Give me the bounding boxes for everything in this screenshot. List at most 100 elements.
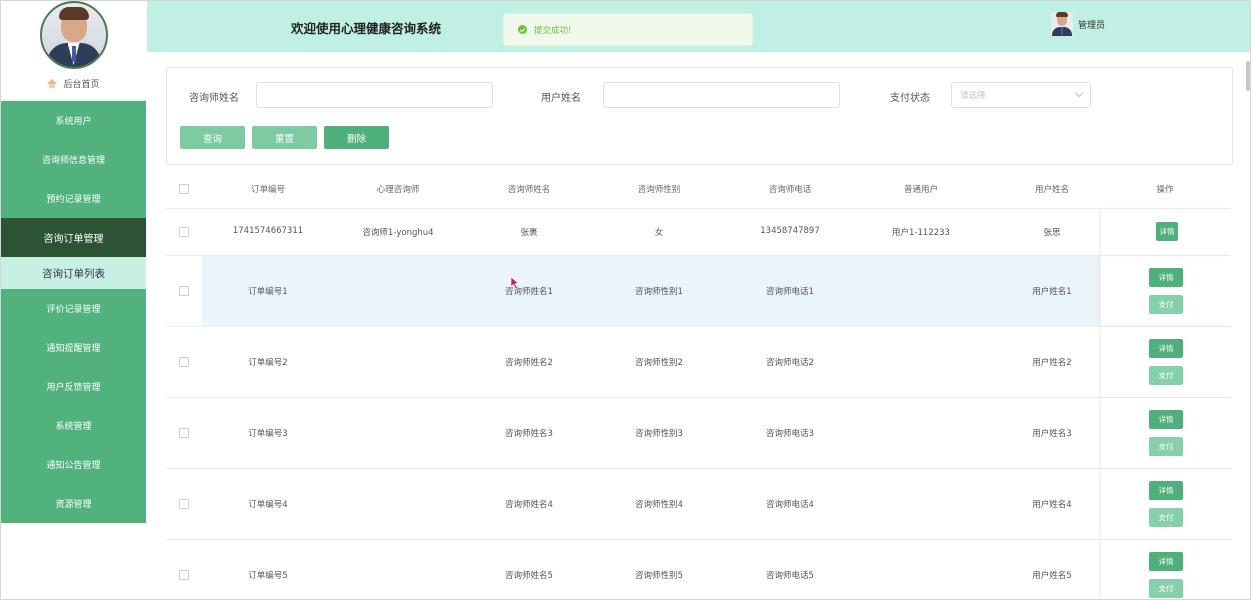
detail-button[interactable]: 详情 (1156, 222, 1178, 241)
sidebar-item-system-users[interactable]: 系统用户 (1, 101, 146, 140)
cell-counselor-name: 咨询师姓名2 (505, 358, 553, 368)
table-row: 订单编号4 咨询师姓名4 咨询师性别4 咨询师电话4 用户姓名4 详情 支付 (166, 469, 1231, 540)
detail-button[interactable]: 详情 (1149, 481, 1183, 500)
counselor-name-label: 咨询师姓名 (189, 93, 239, 104)
home-label: 后台首页 (63, 80, 100, 90)
cell-counselor-name: 咨询师姓名3 (505, 429, 553, 439)
cell-user-name: 用户姓名1 (1032, 287, 1072, 297)
sidebar-item-notifications[interactable]: 通知提醒管理 (1, 328, 146, 367)
success-toast: 提交成功! (503, 13, 753, 46)
table-row: 订单编号2 咨询师姓名2 咨询师性别2 咨询师电话2 用户姓名2 详情 支付 (166, 327, 1231, 398)
row-checkbox[interactable] (179, 499, 189, 509)
row-checkbox[interactable] (179, 570, 189, 580)
table-row: 订单编号3 咨询师姓名3 咨询师性别3 咨询师电话3 用户姓名3 详情 支付 (166, 398, 1231, 469)
user-menu[interactable]: 管理员 (1051, 12, 1105, 36)
actions-cell: 详情 支付 (1100, 469, 1232, 539)
page-title: 欢迎使用心理健康咨询系统 (291, 21, 442, 36)
actions-cell: 详情 (1100, 209, 1232, 255)
menu-label: 咨询师信息管理 (41, 156, 105, 166)
row-checkbox[interactable] (179, 286, 189, 296)
mouse-cursor-icon (510, 276, 520, 290)
cell-counselor-gender: 咨询师性别1 (635, 287, 683, 297)
cell-order-no: 订单编号5 (248, 571, 288, 581)
pay-button[interactable]: 支付 (1149, 437, 1183, 456)
detail-button[interactable]: 详情 (1149, 410, 1183, 429)
actions-cell: 详情 支付 (1100, 327, 1232, 397)
col-actions: 操作 (1156, 185, 1174, 195)
pay-status-label: 支付状态 (890, 93, 930, 104)
col-counselor-gender: 咨询师性别 (637, 185, 681, 195)
pay-button[interactable]: 支付 (1149, 295, 1183, 314)
delete-button[interactable]: 删除 (324, 126, 389, 149)
detail-button[interactable]: 详情 (1149, 268, 1183, 287)
sidebar-item-announcements[interactable]: 通知公告管理 (1, 445, 146, 484)
detail-button[interactable]: 详情 (1149, 552, 1183, 571)
query-button[interactable]: 查询 (180, 126, 245, 149)
col-counselor-name: 咨询师姓名 (507, 185, 551, 195)
check-circle-icon (518, 25, 527, 34)
cell-order-no: 1741574667311 (232, 226, 304, 236)
menu-label: 通知提醒管理 (46, 344, 101, 354)
cell-user-name: 张思 (1043, 228, 1061, 238)
row-checkbox[interactable] (179, 428, 189, 438)
sidebar-item-orders[interactable]: 咨询订单管理 (1, 218, 146, 257)
sidebar-logo (1, 1, 146, 69)
reset-button[interactable]: 重置 (252, 126, 317, 149)
sidebar-item-system[interactable]: 系统管理 (1, 406, 146, 445)
select-placeholder: 请选择 (960, 91, 986, 101)
cell-counselor-phone: 13458747897 (760, 226, 820, 236)
sidebar-item-counselor-info[interactable]: 咨询师信息管理 (1, 140, 146, 179)
detail-button[interactable]: 详情 (1149, 339, 1183, 358)
pay-button[interactable]: 支付 (1149, 579, 1183, 598)
page-scrollbar[interactable] (1246, 61, 1250, 91)
menu-label: 咨询订单列表 (42, 267, 105, 280)
pay-button[interactable]: 支付 (1149, 366, 1183, 385)
search-panel: 咨询师姓名 用户姓名 支付状态 请选择 查询 重置 删除 (166, 67, 1233, 165)
sidebar-subitem-order-list[interactable]: 咨询订单列表 (1, 257, 146, 289)
menu-label: 评价记录管理 (46, 305, 101, 315)
user-name-input[interactable] (603, 82, 840, 108)
menu-label: 用户反馈管理 (46, 383, 101, 393)
menu-label: 通知公告管理 (46, 461, 101, 471)
cell-user-name: 用户姓名5 (1032, 571, 1072, 581)
app-window: 后台首页 系统用户 咨询师信息管理 预约记录管理 咨询订单管理 咨询订单列表 评… (0, 0, 1251, 600)
cell-counselor-phone: 咨询师电话3 (766, 429, 814, 439)
pay-button[interactable]: 支付 (1149, 508, 1183, 527)
menu-label: 系统用户 (55, 117, 92, 127)
col-user-name: 用户姓名 (1034, 185, 1069, 195)
user-name-label: 用户姓名 (541, 93, 581, 104)
table-row: 订单编号5 咨询师姓名5 咨询师性别5 咨询师电话5 用户姓名5 详情 支付 (166, 540, 1231, 599)
cell-counselor-name: 张裹 (520, 228, 538, 238)
row-checkbox[interactable] (179, 227, 189, 237)
cell-user-name: 用户姓名3 (1032, 429, 1072, 439)
cell-counselor-gender: 咨询师性别5 (635, 571, 683, 581)
cell-counselor-phone: 咨询师电话4 (766, 500, 814, 510)
sidebar-item-resources[interactable]: 资源管理 (1, 484, 146, 523)
cell-counselor: 咨询师1-yonghu4 (362, 228, 434, 238)
counselor-name-input[interactable] (256, 82, 493, 108)
user-name: 管理员 (1078, 20, 1106, 31)
table-header: 订单编号 心理咨询师 咨询师姓名 咨询师性别 咨询师电话 普通用户 用户姓名 操… (166, 169, 1231, 209)
top-header: 欢迎使用心理健康咨询系统 提交成功! 管理员 (147, 1, 1250, 52)
cell-order-no: 订单编号1 (248, 287, 288, 297)
actions-cell: 详情 支付 (1100, 256, 1232, 326)
menu-label: 资源管理 (55, 500, 92, 510)
home-icon (47, 78, 58, 89)
chevron-down-icon (1074, 88, 1084, 98)
cell-counselor-phone: 咨询师电话2 (766, 358, 814, 368)
select-all-checkbox[interactable] (179, 184, 189, 194)
cell-order-no: 订单编号2 (248, 358, 288, 368)
cell-counselor-phone: 咨询师电话5 (766, 571, 814, 581)
pay-status-select[interactable]: 请选择 (951, 82, 1091, 108)
sidebar-item-appointments[interactable]: 预约记录管理 (1, 179, 146, 218)
sidebar-item-reviews[interactable]: 评价记录管理 (1, 289, 146, 328)
sidebar: 后台首页 系统用户 咨询师信息管理 预约记录管理 咨询订单管理 咨询订单列表 评… (1, 1, 146, 599)
cell-counselor-gender: 咨询师性别3 (635, 429, 683, 439)
cell-order-no: 订单编号4 (248, 500, 288, 510)
menu-label: 咨询订单管理 (43, 234, 104, 245)
col-user: 普通用户 (903, 185, 938, 195)
sidebar-home-link[interactable]: 后台首页 (1, 67, 146, 101)
row-checkbox[interactable] (179, 357, 189, 367)
sidebar-item-feedback[interactable]: 用户反馈管理 (1, 367, 146, 406)
menu-label: 预约记录管理 (46, 195, 101, 205)
